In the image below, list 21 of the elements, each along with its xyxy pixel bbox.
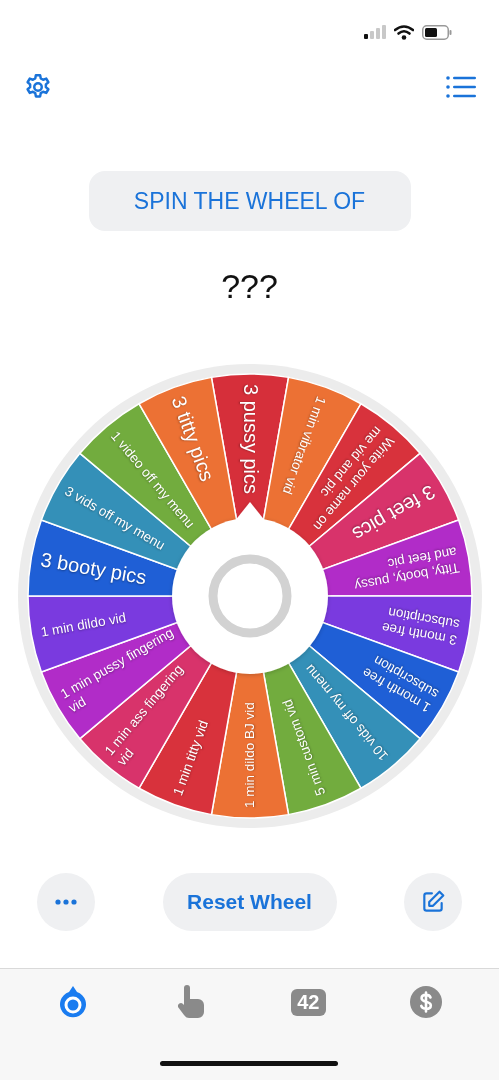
segment-label: 1 min dildo BJ vid: [241, 701, 258, 808]
segment-label: 3 titty pics: [167, 392, 220, 484]
dollar-icon: [409, 985, 444, 1019]
signal-icon: [364, 25, 386, 39]
count-tab[interactable]: 42: [278, 983, 339, 1021]
segment-label: 1 min dildo vid: [39, 609, 127, 640]
reset-wheel-button[interactable]: Reset Wheel: [162, 873, 337, 931]
more-icon: [55, 899, 77, 905]
wheel-icon: [57, 984, 88, 1020]
edit-icon: [420, 889, 446, 915]
wifi-icon: [394, 24, 414, 40]
segment-label: 3 pussy pics: [238, 384, 261, 497]
segment-label: Titty, booty, pussy and feet pic: [352, 543, 461, 595]
segment-label: 3 booty pics: [38, 547, 148, 591]
segment-label: 3 month free subscription: [379, 604, 461, 649]
battery-icon: [422, 24, 452, 40]
spin-button[interactable]: SPIN THE WHEEL OF: [88, 171, 411, 231]
segment-label: 1 min titty vid: [169, 717, 212, 798]
wheel-result: ???: [221, 266, 278, 306]
segment-label: 5 min custom vid: [279, 696, 330, 798]
list-icon[interactable]: [446, 75, 476, 99]
